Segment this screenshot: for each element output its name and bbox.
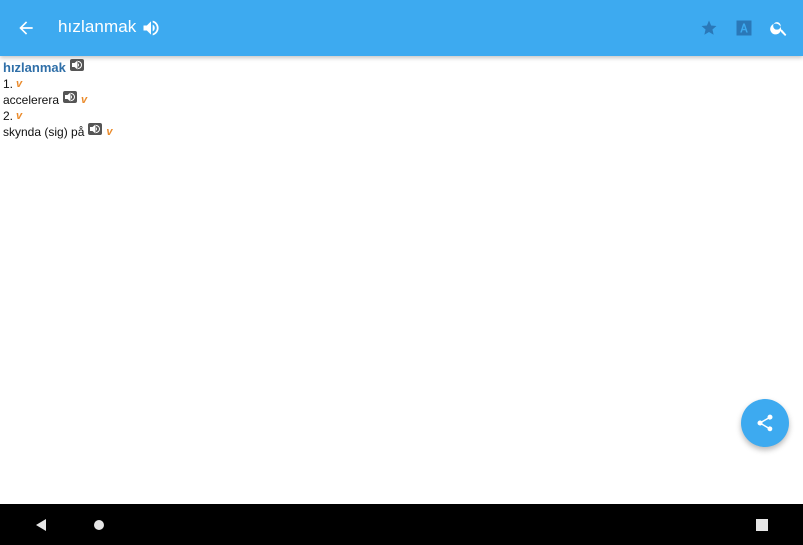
sense-1-translation-pos: v [81, 94, 88, 106]
translate-direction-button[interactable] [724, 8, 764, 48]
system-nav-bar [0, 504, 803, 545]
nav-back-button[interactable] [28, 512, 54, 538]
sense-1-translation[interactable]: accelerera [3, 92, 59, 108]
headword-speaker-icon[interactable] [69, 59, 84, 71]
pronounce-button[interactable] [131, 8, 171, 48]
sense-1-pos: v [16, 78, 23, 90]
sense-2-speaker-icon[interactable] [88, 123, 103, 135]
page-title: hızlanmak [58, 17, 137, 36]
sense-2-translation[interactable]: skynda (sig) på [3, 124, 84, 140]
back-button[interactable] [6, 8, 46, 48]
share-icon [757, 414, 773, 432]
sense-1-speaker-icon[interactable] [63, 91, 78, 103]
sense-2-translation-line: skynda (sig) på v [3, 123, 793, 140]
star-icon [701, 20, 717, 35]
sense-2-translation-pos: v [106, 126, 113, 138]
headword-line: hızlanmak [3, 59, 793, 76]
search-button[interactable] [759, 8, 799, 48]
nav-home-icon [94, 520, 104, 530]
sense-2-header: 2. v [3, 108, 793, 124]
nav-recent-button[interactable] [749, 512, 775, 538]
headword: hızlanmak [3, 60, 66, 75]
sense-1-header: 1. v [3, 76, 793, 92]
speaker-icon [143, 20, 159, 36]
favorite-button[interactable] [689, 8, 729, 48]
nav-back-icon [36, 519, 46, 531]
search-icon [770, 22, 787, 36]
app-bar: hızlanmak [0, 0, 803, 56]
sense-2-number: 2. [3, 109, 14, 123]
arrow-back-icon [19, 21, 33, 35]
sense-1-translation-line: accelerera v [3, 91, 793, 108]
nav-recent-icon [756, 519, 768, 531]
sense-2-pos: v [16, 110, 23, 122]
nav-home-button[interactable] [86, 512, 112, 538]
sense-1-number: 1. [3, 77, 14, 91]
dictionary-entry: hızlanmak 1. v accelerera v 2. v skynda … [3, 59, 793, 140]
share-button[interactable] [741, 399, 789, 447]
letter-a-icon [736, 20, 752, 36]
